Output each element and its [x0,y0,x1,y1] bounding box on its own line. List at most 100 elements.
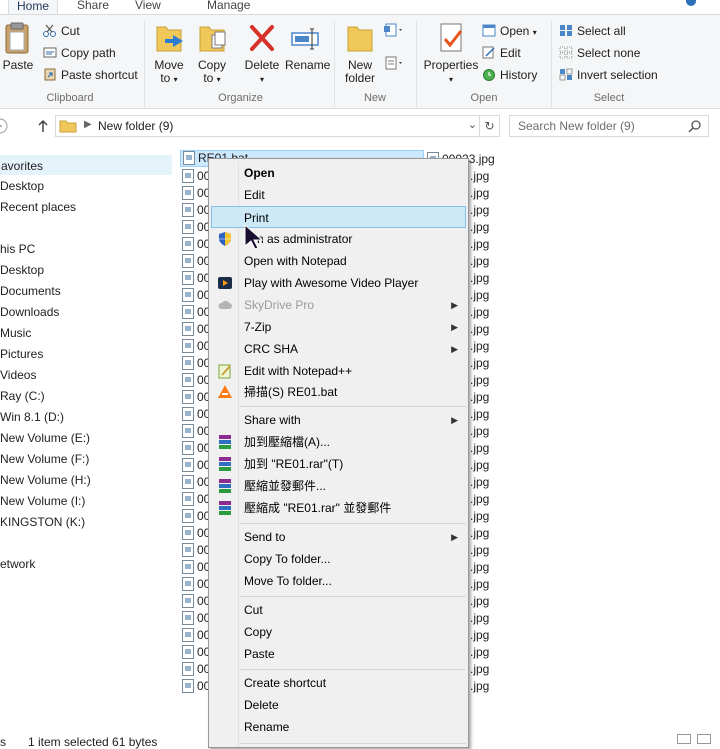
tab-share[interactable]: Share [77,0,109,14]
move-to-button[interactable]: Move to ▾ [151,21,187,86]
list-item[interactable]: .jpg [470,406,489,423]
list-item[interactable]: 00 [182,338,210,355]
delete-button[interactable]: Delete ▾ [243,21,281,86]
list-item[interactable]: .jpg [470,236,489,253]
edit-button[interactable]: Edit [482,44,521,63]
menu-item-paste[interactable]: Paste [211,643,466,665]
list-item[interactable]: 00 [182,321,210,338]
list-item[interactable]: .jpg [470,321,489,338]
list-item[interactable]: .jpg [470,372,489,389]
nav-item-drive-c[interactable]: Ray (C:) [0,386,45,406]
list-item[interactable]: .jpg [470,423,489,440]
list-item[interactable]: .jpg [470,168,489,185]
menu-item-edit-npp[interactable]: Edit with Notepad++ [211,360,466,382]
nav-item-desktop[interactable]: Desktop [0,176,44,196]
list-item[interactable]: 00 [182,389,210,406]
list-item[interactable]: 00 [182,661,210,678]
list-item[interactable]: .jpg [470,593,489,610]
nav-item-documents[interactable]: Documents [0,281,61,301]
list-item[interactable]: 00 [182,236,210,253]
cut-button[interactable]: Cut [43,22,80,41]
nav-item-drive-i[interactable]: New Volume (I:) [0,491,85,511]
list-item[interactable]: 00 [182,202,210,219]
list-item[interactable]: .jpg [470,457,489,474]
nav-item-videos[interactable]: Videos [0,365,36,385]
menu-item-copy[interactable]: Copy [211,621,466,643]
menu-item-rar-add-name[interactable]: 加到 "RE01.rar"(T) [211,453,466,475]
search-input[interactable]: Search New folder (9) [509,115,709,137]
nav-item-drive-d[interactable]: Win 8.1 (D:) [0,407,64,427]
menu-item-rename[interactable]: Rename [211,716,466,738]
history-button[interactable]: History [482,66,537,85]
copy-path-button[interactable]: Copy path [43,44,116,63]
nav-item-drive-f[interactable]: New Volume (F:) [0,449,89,469]
list-item[interactable]: 00 [182,440,210,457]
nav-item-this-pc[interactable]: his PC [0,239,35,259]
menu-item-send-to[interactable]: Send to ▶ [211,526,466,548]
list-item[interactable]: .jpg [470,627,489,644]
tab-view[interactable]: View [135,0,161,14]
menu-item-rar-mail[interactable]: 壓縮並發郵件... [211,475,466,497]
menu-item-crc-sha[interactable]: CRC SHA ▶ [211,338,466,360]
list-item[interactable]: 00 [182,491,210,508]
list-item[interactable]: 00 [182,270,210,287]
list-item[interactable]: 00 [182,644,210,661]
list-item[interactable]: .jpg [470,474,489,491]
list-item[interactable]: .jpg [470,304,489,321]
list-item[interactable]: .jpg [470,491,489,508]
rename-button[interactable]: Rename [285,21,330,72]
up-arrow-icon[interactable] [36,118,50,134]
list-item[interactable]: .jpg [470,610,489,627]
back-icon[interactable] [0,118,8,134]
menu-item-delete[interactable]: Delete [211,694,466,716]
list-item[interactable]: 00 [182,610,210,627]
list-item[interactable]: .jpg [470,644,489,661]
menu-item-rar-mail-name[interactable]: 壓縮成 "RE01.rar" 並發郵件 [211,497,466,519]
list-item[interactable]: .jpg [470,576,489,593]
list-item[interactable]: .jpg [470,202,489,219]
list-item[interactable]: .jpg [470,185,489,202]
nav-item-network[interactable]: etwork [0,554,35,574]
list-item[interactable]: .jpg [470,508,489,525]
details-view-icon[interactable] [677,734,691,744]
nav-item-recent-places[interactable]: Recent places [0,197,76,217]
list-item[interactable]: 00 [182,457,210,474]
nav-item-desktop-pc[interactable]: Desktop [0,260,44,280]
list-item[interactable]: 00 [182,355,210,372]
easy-access-button[interactable] [383,55,409,74]
menu-item-cut[interactable]: Cut [211,599,466,621]
nav-item-drive-k[interactable]: KINGSTON (K:) [0,512,85,532]
menu-item-play-awesome[interactable]: Play with Awesome Video Player [211,272,466,294]
tab-manage[interactable]: Manage [207,0,250,14]
large-icons-view-icon[interactable] [697,734,711,744]
list-item[interactable]: 00 [182,253,210,270]
nav-item-drive-e[interactable]: New Volume (E:) [0,428,90,448]
list-item[interactable]: 00 [182,627,210,644]
list-item[interactable]: .jpg [470,270,489,287]
menu-item-copy-to-folder[interactable]: Copy To folder... [211,548,466,570]
list-item[interactable]: .jpg [470,389,489,406]
list-item[interactable]: .jpg [470,542,489,559]
menu-item-skydrive-pro[interactable]: SkyDrive Pro ▶ [211,294,466,316]
list-item[interactable]: 00 [182,219,210,236]
list-item[interactable]: 00 [182,593,210,610]
select-none-button[interactable]: Select none [559,44,640,63]
paste-button[interactable]: Paste [2,21,34,72]
address-dropdown-icon[interactable]: ⌄ [468,118,477,131]
paste-shortcut-button[interactable]: Paste shortcut [43,66,138,85]
list-item[interactable]: .jpg [470,559,489,576]
nav-item-music[interactable]: Music [0,323,31,343]
tab-home[interactable]: Home [8,0,59,14]
menu-item-open[interactable]: Open [211,162,466,184]
copy-to-button[interactable]: Copy to ▾ [194,21,230,86]
list-item[interactable]: 00 [182,185,210,202]
list-item[interactable]: .jpg [470,219,489,236]
nav-item-drive-h[interactable]: New Volume (H:) [0,470,91,490]
list-item[interactable]: 00 [182,678,210,695]
menu-item-edit[interactable]: Edit [211,184,466,206]
open-button[interactable]: Open ▾ [482,22,537,41]
new-item-button[interactable] [383,22,409,41]
list-item[interactable]: .jpg [470,525,489,542]
properties-button[interactable]: Properties ▾ [423,21,479,86]
nav-item-favorites[interactable]: avorites [0,155,172,175]
